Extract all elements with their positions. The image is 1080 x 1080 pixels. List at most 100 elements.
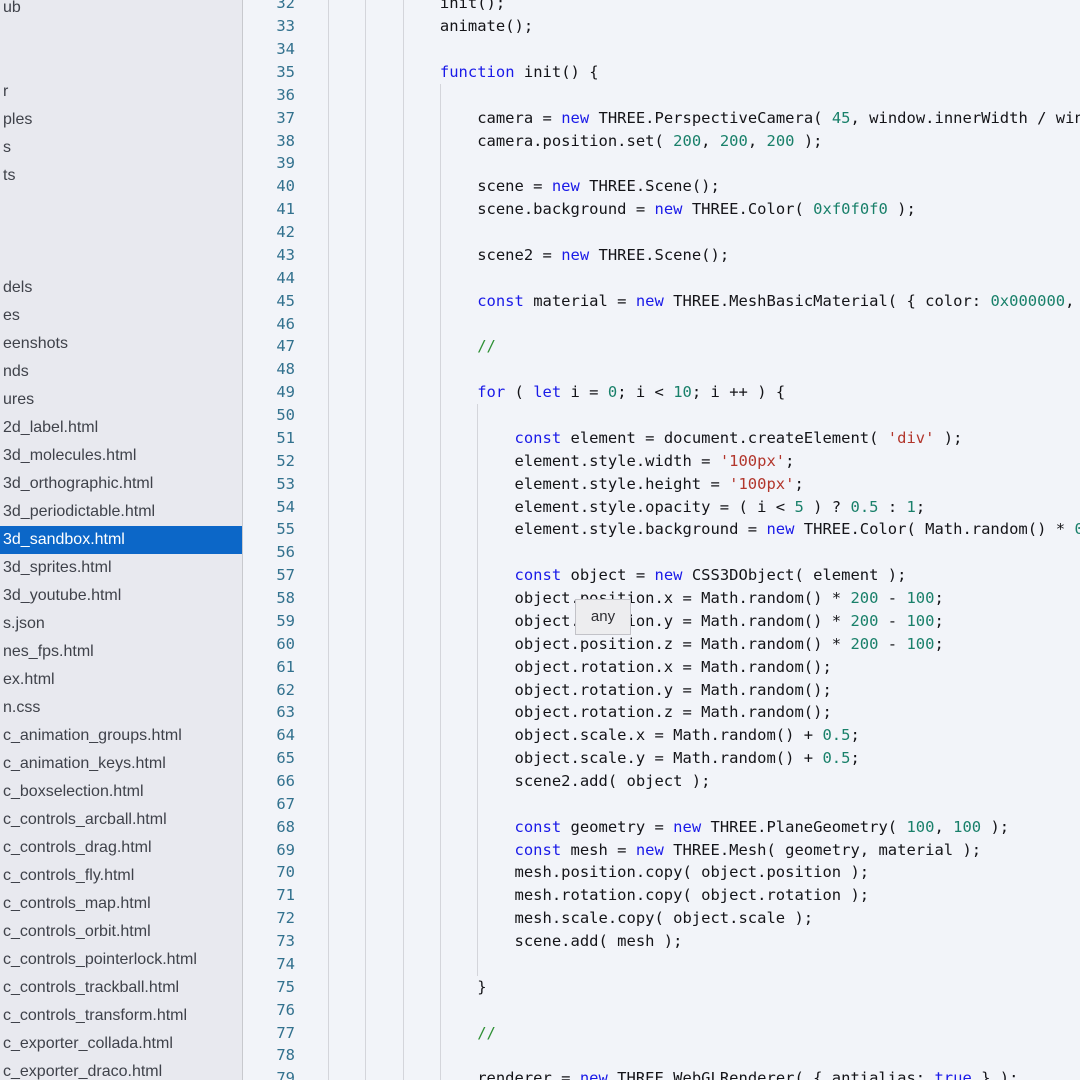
- file-item[interactable]: c_animation_keys.html: [0, 750, 242, 778]
- file-item-label: nes_fps.html: [3, 643, 94, 660]
- line-number: 71: [243, 884, 295, 907]
- file-item[interactable]: [0, 246, 242, 274]
- code-line: 42: [243, 221, 1080, 244]
- code-line: 69const mesh = new THREE.Mesh( geometry,…: [243, 839, 1080, 862]
- line-number: 70: [243, 861, 295, 884]
- code-line: 74: [243, 953, 1080, 976]
- file-item-label: ples: [3, 111, 32, 128]
- file-item[interactable]: 3d_youtube.html: [0, 582, 242, 610]
- code-text: scene.add( mesh );: [515, 930, 683, 953]
- line-number: 35: [243, 61, 295, 84]
- code-line: 58object.position.x = Math.random() * 20…: [243, 587, 1080, 610]
- code-line: 57const object = new CSS3DObject( elemen…: [243, 564, 1080, 587]
- file-item-label: 3d_periodictable.html: [3, 503, 155, 520]
- code-line: 56: [243, 541, 1080, 564]
- line-number: 67: [243, 793, 295, 816]
- code-text: object.position.z = Math.random() * 200 …: [515, 633, 944, 656]
- line-number: 56: [243, 541, 295, 564]
- line-number: 32: [243, 0, 295, 15]
- file-explorer-sidebar: ub r ples sts delseseenshotsndsures2d_label.…: [0, 0, 243, 1080]
- line-number: 51: [243, 427, 295, 450]
- file-item[interactable]: n.css: [0, 694, 242, 722]
- file-item-selected[interactable]: 3d_sandbox.html: [0, 526, 242, 554]
- file-item-label: r: [3, 83, 8, 100]
- file-item[interactable]: [0, 190, 242, 218]
- file-item-label: s.json: [3, 615, 45, 632]
- line-number: 68: [243, 816, 295, 839]
- code-text: mesh.rotation.copy( object.rotation );: [515, 884, 870, 907]
- line-number: 61: [243, 656, 295, 679]
- line-number: 59: [243, 610, 295, 633]
- file-item[interactable]: nes_fps.html: [0, 638, 242, 666]
- file-item[interactable]: 3d_molecules.html: [0, 442, 242, 470]
- file-item[interactable]: s: [0, 134, 242, 162]
- line-number: 74: [243, 953, 295, 976]
- code-text: init();: [440, 0, 505, 15]
- code-line: 33animate();: [243, 15, 1080, 38]
- file-item[interactable]: dels: [0, 274, 242, 302]
- code-text: }: [477, 976, 486, 999]
- file-item[interactable]: ples: [0, 106, 242, 134]
- file-item[interactable]: c_controls_arcball.html: [0, 806, 242, 834]
- file-item[interactable]: nds: [0, 358, 242, 386]
- file-item[interactable]: c_exporter_collada.html: [0, 1030, 242, 1058]
- code-line: 55element.style.background = new THREE.C…: [243, 518, 1080, 541]
- file-item[interactable]: c_controls_transform.html: [0, 1002, 242, 1030]
- code-text: element.style.width = '100px';: [515, 450, 795, 473]
- code-text: const element = document.createElement( …: [515, 427, 963, 450]
- line-number: 46: [243, 313, 295, 336]
- line-number: 37: [243, 107, 295, 130]
- line-number: 63: [243, 701, 295, 724]
- file-item[interactable]: [0, 50, 242, 78]
- code-line: 73scene.add( mesh );: [243, 930, 1080, 953]
- code-line: 37 camera = new THREE.PerspectiveCamera( …: [243, 107, 1080, 130]
- file-item[interactable]: c_animation_groups.html: [0, 722, 242, 750]
- file-item[interactable]: r: [0, 78, 242, 106]
- file-item-label: c_boxselection.html: [3, 783, 144, 800]
- file-item[interactable]: ts: [0, 162, 242, 190]
- file-item[interactable]: c_controls_map.html: [0, 890, 242, 918]
- file-item-label: 3d_sprites.html: [3, 559, 112, 576]
- code-text: object.rotation.y = Math.random();: [515, 679, 832, 702]
- file-item[interactable]: eenshots: [0, 330, 242, 358]
- code-text: object.rotation.x = Math.random();: [515, 656, 832, 679]
- file-item[interactable]: 3d_orthographic.html: [0, 470, 242, 498]
- file-item[interactable]: ub: [0, 0, 242, 22]
- code-line: 59object.position.y = Math.random() * 20…: [243, 610, 1080, 633]
- file-item-label: 3d_sandbox.html: [3, 531, 125, 548]
- code-line: 35function init() {: [243, 61, 1080, 84]
- file-item[interactable]: 3d_periodictable.html: [0, 498, 242, 526]
- file-item[interactable]: 2d_label.html: [0, 414, 242, 442]
- file-item[interactable]: es: [0, 302, 242, 330]
- code-line: 36: [243, 84, 1080, 107]
- file-item[interactable]: c_controls_trackball.html: [0, 974, 242, 1002]
- code-editor[interactable]: 32init();33animate();3435function init()…: [243, 0, 1080, 1080]
- file-item[interactable]: 3d_sprites.html: [0, 554, 242, 582]
- file-item[interactable]: c_controls_pointerlock.html: [0, 946, 242, 974]
- file-item-label: c_animation_keys.html: [3, 755, 166, 772]
- line-number: 78: [243, 1044, 295, 1067]
- file-item[interactable]: ures: [0, 386, 242, 414]
- file-item[interactable]: c_exporter_draco.html: [0, 1058, 242, 1080]
- line-number: 66: [243, 770, 295, 793]
- code-line: 53element.style.height = '100px';: [243, 473, 1080, 496]
- file-item-label: c_controls_map.html: [3, 895, 151, 912]
- file-item[interactable]: c_controls_orbit.html: [0, 918, 242, 946]
- file-item[interactable]: c_controls_drag.html: [0, 834, 242, 862]
- code-line: 54element.style.opacity = ( i < 5 ) ? 0.…: [243, 496, 1080, 519]
- line-number: 52: [243, 450, 295, 473]
- file-item[interactable]: c_controls_fly.html: [0, 862, 242, 890]
- line-number: 55: [243, 518, 295, 541]
- code-text: camera = new THREE.PerspectiveCamera( 45…: [477, 107, 1080, 130]
- file-item[interactable]: s.json: [0, 610, 242, 638]
- file-item[interactable]: ex.html: [0, 666, 242, 694]
- code-text: const mesh = new THREE.Mesh( geometry, m…: [515, 839, 982, 862]
- code-line: 43scene2 = new THREE.Scene();: [243, 244, 1080, 267]
- file-item[interactable]: [0, 218, 242, 246]
- line-number: 53: [243, 473, 295, 496]
- code-line: 38camera.position.set( 200, 200, 200 );: [243, 130, 1080, 153]
- file-item[interactable]: c_boxselection.html: [0, 778, 242, 806]
- code-line: 67: [243, 793, 1080, 816]
- line-number: 44: [243, 267, 295, 290]
- file-item[interactable]: [0, 22, 242, 50]
